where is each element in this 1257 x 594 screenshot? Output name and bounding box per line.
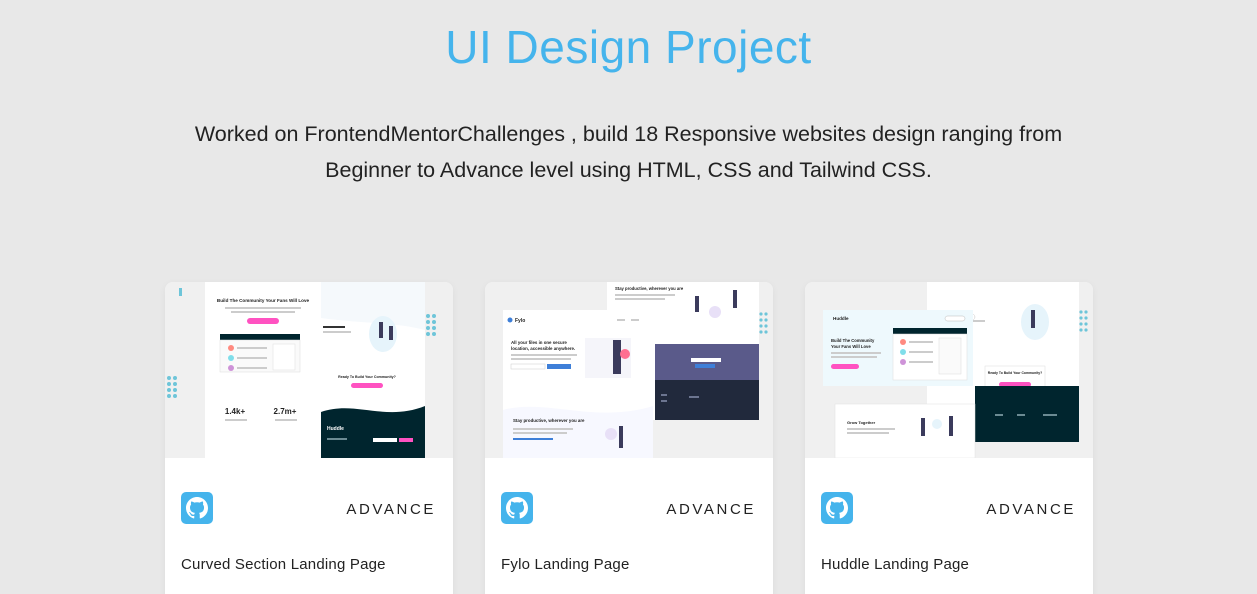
level-badge: ADVANCE — [986, 501, 1076, 518]
preview-cta: Ready To Build Your Community? — [338, 375, 396, 379]
preview-stat-2: 2.7m+ — [274, 407, 297, 416]
preview-brand: Huddle — [833, 316, 849, 321]
project-name[interactable]: Huddle Landing Page — [821, 556, 969, 573]
project-card[interactable]: Stay productive, wherever you are Fylo A… — [485, 282, 773, 594]
level-badge: ADVANCE — [346, 501, 436, 518]
github-icon[interactable] — [501, 492, 533, 524]
preview-stat-1: 1.4k+ — [225, 407, 246, 416]
card-body: ADVANCE Curved Section Landing Page — [165, 458, 453, 594]
svg-text:Your Fans Will Love: Your Fans Will Love — [831, 344, 871, 349]
card-body: ADVANCE Fylo Landing Page — [485, 458, 773, 594]
project-thumbnail[interactable]: Stay productive, wherever you are Fylo A… — [485, 282, 773, 458]
preview-cta: Ready To Build Your Community? — [988, 371, 1042, 375]
preview-subhead: Stay productive, wherever you are — [615, 286, 684, 291]
github-icon[interactable] — [181, 492, 213, 524]
project-card[interactable]: Build The Community Your Fans Will Love … — [165, 282, 453, 594]
project-name[interactable]: Fylo Landing Page — [501, 556, 630, 573]
section-description: Worked on FrontendMentorChallenges , bui… — [194, 122, 1063, 182]
preview-brand: Fylo — [515, 318, 525, 324]
project-card[interactable]: Ready To Build Your Community? Huddle Bu… — [805, 282, 1093, 594]
project-thumbnail[interactable]: Ready To Build Your Community? Huddle Bu… — [805, 282, 1093, 458]
svg-text:All your files in one secure: All your files in one secure — [511, 340, 567, 345]
card-body: ADVANCE Huddle Landing Page — [805, 458, 1093, 594]
project-thumbnail[interactable]: Build The Community Your Fans Will Love … — [165, 282, 453, 458]
preview-headline: Build The Community Your Fans Will Love — [217, 298, 310, 303]
svg-text:Stay productive, wherever you: Stay productive, wherever you are — [513, 418, 585, 423]
preview-subhead: Grow Together — [847, 420, 876, 425]
svg-text:Build The Community: Build The Community — [831, 338, 875, 343]
level-badge: ADVANCE — [666, 501, 756, 518]
section-title: UI Design Project — [445, 21, 812, 73]
github-icon[interactable] — [821, 492, 853, 524]
preview-brand: Huddle — [327, 426, 344, 432]
svg-text:location, accessible anywhere.: location, accessible anywhere. — [511, 346, 575, 351]
project-name[interactable]: Curved Section Landing Page — [181, 556, 386, 573]
project-section: UI Design Project Worked on FrontendMent… — [0, 0, 1257, 594]
